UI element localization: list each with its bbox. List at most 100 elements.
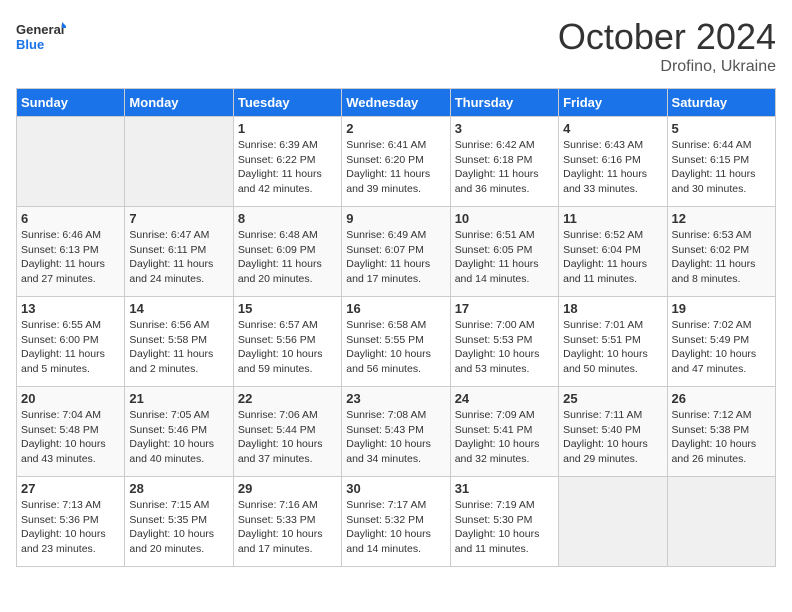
weekday-header: Wednesday bbox=[342, 89, 450, 117]
day-number: 5 bbox=[672, 121, 771, 136]
day-number: 6 bbox=[21, 211, 120, 226]
calendar-cell: 27Sunrise: 7:13 AMSunset: 5:36 PMDayligh… bbox=[17, 477, 125, 567]
calendar-cell: 19 Sunrise: 7:02 AMSunset: 5:49 PMDayligh… bbox=[667, 297, 775, 387]
day-number: 16 bbox=[346, 301, 445, 316]
day-number: 15 bbox=[238, 301, 337, 316]
calendar-cell: 11 Sunrise: 6:52 AMSunset: 6:04 PMDayligh… bbox=[559, 207, 667, 297]
day-number: 23 bbox=[346, 391, 445, 406]
day-number: 25 bbox=[563, 391, 662, 406]
day-info: Sunrise: 6:39 AMSunset: 6:22 PMDaylight:… bbox=[238, 138, 337, 197]
day-info: Sunrise: 6:46 AMSunset: 6:13 PMDaylight:… bbox=[21, 228, 120, 287]
day-number: 26 bbox=[672, 391, 771, 406]
day-number: 10 bbox=[455, 211, 554, 226]
calendar-week-row: 27Sunrise: 7:13 AMSunset: 5:36 PMDayligh… bbox=[17, 477, 776, 567]
calendar-cell: 6 Sunrise: 6:46 AMSunset: 6:13 PMDaylight… bbox=[17, 207, 125, 297]
day-info: Sunrise: 7:09 AMSunset: 5:41 PMDaylight:… bbox=[455, 408, 554, 467]
day-number: 18 bbox=[563, 301, 662, 316]
page-header: General Blue October 2024 Drofino, Ukrai… bbox=[16, 16, 776, 76]
calendar-cell bbox=[667, 477, 775, 567]
calendar-cell: 13 Sunrise: 6:55 AMSunset: 6:00 PMDayligh… bbox=[17, 297, 125, 387]
day-number: 2 bbox=[346, 121, 445, 136]
day-number: 22 bbox=[238, 391, 337, 406]
calendar-cell: 31 Sunrise: 7:19 AMSunset: 5:30 PMDayligh… bbox=[450, 477, 558, 567]
calendar-cell: 1 Sunrise: 6:39 AMSunset: 6:22 PMDaylight… bbox=[233, 117, 341, 207]
calendar-cell: 2 Sunrise: 6:41 AMSunset: 6:20 PMDaylight… bbox=[342, 117, 450, 207]
day-info: Sunrise: 6:49 AMSunset: 6:07 PMDaylight:… bbox=[346, 228, 445, 287]
day-number: 11 bbox=[563, 211, 662, 226]
day-number: 27 bbox=[21, 481, 120, 496]
day-number: 1 bbox=[238, 121, 337, 136]
day-info: Sunrise: 7:11 AMSunset: 5:40 PMDaylight:… bbox=[563, 408, 662, 467]
day-info: Sunrise: 7:00 AMSunset: 5:53 PMDaylight:… bbox=[455, 318, 554, 377]
calendar-cell bbox=[17, 117, 125, 207]
day-info: Sunrise: 6:58 AMSunset: 5:55 PMDaylight:… bbox=[346, 318, 445, 377]
day-number: 30 bbox=[346, 481, 445, 496]
day-info: Sunrise: 6:41 AMSunset: 6:20 PMDaylight:… bbox=[346, 138, 445, 197]
day-info: Sunrise: 7:16 AMSunset: 5:33 PMDaylight:… bbox=[238, 498, 337, 557]
day-info: Sunrise: 7:01 AMSunset: 5:51 PMDaylight:… bbox=[563, 318, 662, 377]
day-info: Sunrise: 7:02 AMSunset: 5:49 PMDaylight:… bbox=[672, 318, 771, 377]
day-info: Sunrise: 6:55 AMSunset: 6:00 PMDaylight:… bbox=[21, 318, 120, 377]
day-info: Sunrise: 6:43 AMSunset: 6:16 PMDaylight:… bbox=[563, 138, 662, 197]
location: Drofino, Ukraine bbox=[558, 58, 776, 76]
day-info: Sunrise: 7:08 AMSunset: 5:43 PMDaylight:… bbox=[346, 408, 445, 467]
calendar-cell: 29Sunrise: 7:16 AMSunset: 5:33 PMDayligh… bbox=[233, 477, 341, 567]
day-info: Sunrise: 6:42 AMSunset: 6:18 PMDaylight:… bbox=[455, 138, 554, 197]
weekday-header: Sunday bbox=[17, 89, 125, 117]
day-number: 21 bbox=[129, 391, 228, 406]
day-number: 7 bbox=[129, 211, 228, 226]
calendar-week-row: 20 Sunrise: 7:04 AMSunset: 5:48 PMDayligh… bbox=[17, 387, 776, 477]
calendar-cell: 4Sunrise: 6:43 AMSunset: 6:16 PMDaylight… bbox=[559, 117, 667, 207]
day-number: 31 bbox=[455, 481, 554, 496]
day-number: 24 bbox=[455, 391, 554, 406]
calendar-week-row: 1 Sunrise: 6:39 AMSunset: 6:22 PMDaylight… bbox=[17, 117, 776, 207]
day-number: 19 bbox=[672, 301, 771, 316]
day-info: Sunrise: 7:17 AMSunset: 5:32 PMDaylight:… bbox=[346, 498, 445, 557]
day-number: 28 bbox=[129, 481, 228, 496]
day-info: Sunrise: 7:19 AMSunset: 5:30 PMDaylight:… bbox=[455, 498, 554, 557]
day-number: 20 bbox=[21, 391, 120, 406]
weekday-header: Tuesday bbox=[233, 89, 341, 117]
calendar-cell: 8Sunrise: 6:48 AMSunset: 6:09 PMDaylight… bbox=[233, 207, 341, 297]
day-info: Sunrise: 6:57 AMSunset: 5:56 PMDaylight:… bbox=[238, 318, 337, 377]
calendar-cell: 25 Sunrise: 7:11 AMSunset: 5:40 PMDayligh… bbox=[559, 387, 667, 477]
day-info: Sunrise: 7:12 AMSunset: 5:38 PMDaylight:… bbox=[672, 408, 771, 467]
weekday-header: Monday bbox=[125, 89, 233, 117]
day-info: Sunrise: 6:52 AMSunset: 6:04 PMDaylight:… bbox=[563, 228, 662, 287]
day-number: 12 bbox=[672, 211, 771, 226]
day-info: Sunrise: 6:47 AMSunset: 6:11 PMDaylight:… bbox=[129, 228, 228, 287]
calendar-cell: 9Sunrise: 6:49 AMSunset: 6:07 PMDaylight… bbox=[342, 207, 450, 297]
logo: General Blue bbox=[16, 16, 66, 60]
weekday-header: Friday bbox=[559, 89, 667, 117]
day-number: 14 bbox=[129, 301, 228, 316]
day-info: Sunrise: 7:06 AMSunset: 5:44 PMDaylight:… bbox=[238, 408, 337, 467]
day-info: Sunrise: 6:53 AMSunset: 6:02 PMDaylight:… bbox=[672, 228, 771, 287]
calendar-cell bbox=[125, 117, 233, 207]
calendar-cell: 30 Sunrise: 7:17 AMSunset: 5:32 PMDayligh… bbox=[342, 477, 450, 567]
calendar-cell: 22 Sunrise: 7:06 AMSunset: 5:44 PMDayligh… bbox=[233, 387, 341, 477]
weekday-header: Saturday bbox=[667, 89, 775, 117]
svg-text:Blue: Blue bbox=[16, 37, 44, 52]
month-title: October 2024 bbox=[558, 16, 776, 58]
svg-text:General: General bbox=[16, 22, 64, 37]
calendar-cell: 26 Sunrise: 7:12 AMSunset: 5:38 PMDayligh… bbox=[667, 387, 775, 477]
calendar-cell: 3 Sunrise: 6:42 AMSunset: 6:18 PMDaylight… bbox=[450, 117, 558, 207]
day-info: Sunrise: 7:05 AMSunset: 5:46 PMDaylight:… bbox=[129, 408, 228, 467]
calendar-cell: 14Sunrise: 6:56 AMSunset: 5:58 PMDayligh… bbox=[125, 297, 233, 387]
calendar-cell: 18 Sunrise: 7:01 AMSunset: 5:51 PMDayligh… bbox=[559, 297, 667, 387]
day-number: 3 bbox=[455, 121, 554, 136]
calendar-cell: 15 Sunrise: 6:57 AMSunset: 5:56 PMDayligh… bbox=[233, 297, 341, 387]
calendar-cell bbox=[559, 477, 667, 567]
day-number: 17 bbox=[455, 301, 554, 316]
day-info: Sunrise: 6:48 AMSunset: 6:09 PMDaylight:… bbox=[238, 228, 337, 287]
day-number: 13 bbox=[21, 301, 120, 316]
calendar-week-row: 13 Sunrise: 6:55 AMSunset: 6:00 PMDayligh… bbox=[17, 297, 776, 387]
calendar-table: SundayMondayTuesdayWednesdayThursdayFrid… bbox=[16, 88, 776, 567]
title-block: October 2024 Drofino, Ukraine bbox=[558, 16, 776, 76]
calendar-cell: 17 Sunrise: 7:00 AMSunset: 5:53 PMDayligh… bbox=[450, 297, 558, 387]
header-row: SundayMondayTuesdayWednesdayThursdayFrid… bbox=[17, 89, 776, 117]
calendar-cell: 12 Sunrise: 6:53 AMSunset: 6:02 PMDayligh… bbox=[667, 207, 775, 297]
calendar-week-row: 6 Sunrise: 6:46 AMSunset: 6:13 PMDaylight… bbox=[17, 207, 776, 297]
day-info: Sunrise: 7:04 AMSunset: 5:48 PMDaylight:… bbox=[21, 408, 120, 467]
calendar-cell: 28Sunrise: 7:15 AMSunset: 5:35 PMDayligh… bbox=[125, 477, 233, 567]
